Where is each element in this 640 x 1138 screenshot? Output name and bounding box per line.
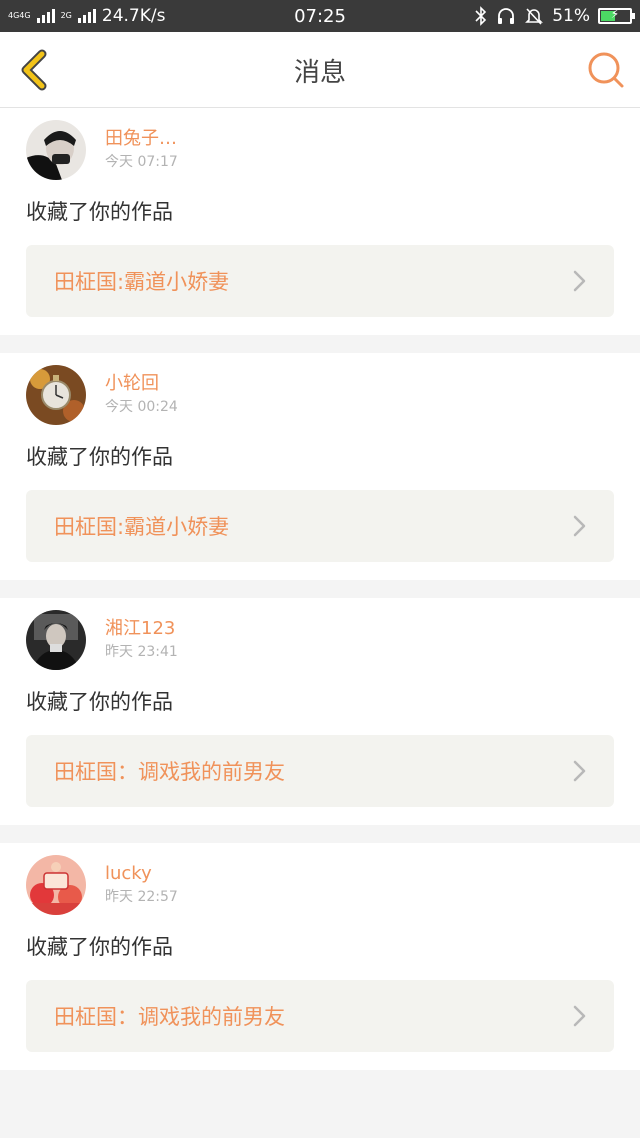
user-name[interactable]: lucky (105, 863, 178, 885)
search-icon[interactable] (586, 50, 626, 90)
message-card: 湘江123 昨天 23:41 收藏了你的作品 田柾国：调戏我的前男友 (0, 598, 640, 825)
user-name[interactable]: 田兔子… (105, 128, 178, 150)
user-meta: lucky 昨天 22:57 (105, 863, 178, 907)
battery-percent: 51% (552, 6, 590, 26)
message-header: 湘江123 昨天 23:41 (26, 610, 614, 670)
action-text: 收藏了你的作品 (26, 690, 173, 714)
message-header: lucky 昨天 22:57 (26, 855, 614, 915)
avatar[interactable] (26, 365, 86, 425)
work-link[interactable]: 田柾国：调戏我的前男友 (26, 980, 614, 1052)
work-link[interactable]: 田柾国:霸道小娇妻 (26, 245, 614, 317)
work-title: 田柾国：调戏我的前男友 (54, 760, 285, 784)
message-time: 今天 07:17 (105, 154, 178, 170)
chevron-right-icon (573, 515, 586, 537)
bluetooth-icon (475, 6, 487, 26)
message-time: 昨天 22:57 (105, 889, 178, 905)
message-time: 昨天 23:41 (105, 644, 178, 660)
user-meta: 田兔子… 今天 07:17 (105, 128, 178, 172)
user-meta: 小轮回 今天 00:24 (105, 373, 178, 417)
message-header: 田兔子… 今天 07:17 (26, 120, 614, 180)
charging-bolt-icon: ⚡ (610, 7, 620, 21)
work-link[interactable]: 田柾国:霸道小娇妻 (26, 490, 614, 562)
user-meta: 湘江123 昨天 23:41 (105, 618, 178, 662)
chevron-right-icon (573, 760, 586, 782)
avatar-1-icon (26, 120, 86, 180)
action-text: 收藏了你的作品 (26, 200, 173, 224)
avatar[interactable] (26, 610, 86, 670)
message-list: 田兔子… 今天 07:17 收藏了你的作品 田柾国:霸道小娇妻 小轮回 今天 0… (0, 108, 640, 1070)
action-text: 收藏了你的作品 (26, 935, 173, 959)
work-title: 田柾国:霸道小娇妻 (54, 270, 230, 294)
message-time: 今天 00:24 (105, 399, 178, 415)
avatar-4-icon (26, 855, 86, 915)
avatar-3-icon (26, 610, 86, 670)
avatar-2-icon (26, 365, 86, 425)
user-name[interactable]: 小轮回 (105, 373, 178, 395)
chevron-right-icon (573, 1005, 586, 1027)
work-link[interactable]: 田柾国：调戏我的前男友 (26, 735, 614, 807)
work-title: 田柾国：调戏我的前男友 (54, 1005, 285, 1029)
avatar[interactable] (26, 120, 86, 180)
user-name[interactable]: 湘江123 (105, 618, 178, 640)
message-card: 田兔子… 今天 07:17 收藏了你的作品 田柾国:霸道小娇妻 (0, 108, 640, 335)
message-card: 小轮回 今天 00:24 收藏了你的作品 田柾国:霸道小娇妻 (0, 353, 640, 580)
page-title: 消息 (293, 57, 346, 88)
action-text: 收藏了你的作品 (26, 445, 173, 469)
message-card: lucky 昨天 22:57 收藏了你的作品 田柾国：调戏我的前男友 (0, 843, 640, 1070)
battery-icon: ⚡ (598, 7, 635, 24)
nav-bar: 消息 (0, 32, 640, 108)
headphones-icon (498, 8, 515, 24)
chevron-right-icon (573, 270, 586, 292)
avatar[interactable] (26, 855, 86, 915)
message-header: 小轮回 今天 00:24 (26, 365, 614, 425)
mute-bell-icon (525, 8, 544, 25)
work-title: 田柾国:霸道小娇妻 (54, 515, 230, 539)
status-bar: 4G4G 2G 24.7K/s 07:25 51% ⚡ (0, 0, 640, 32)
status-right: 51% ⚡ (474, 0, 635, 32)
